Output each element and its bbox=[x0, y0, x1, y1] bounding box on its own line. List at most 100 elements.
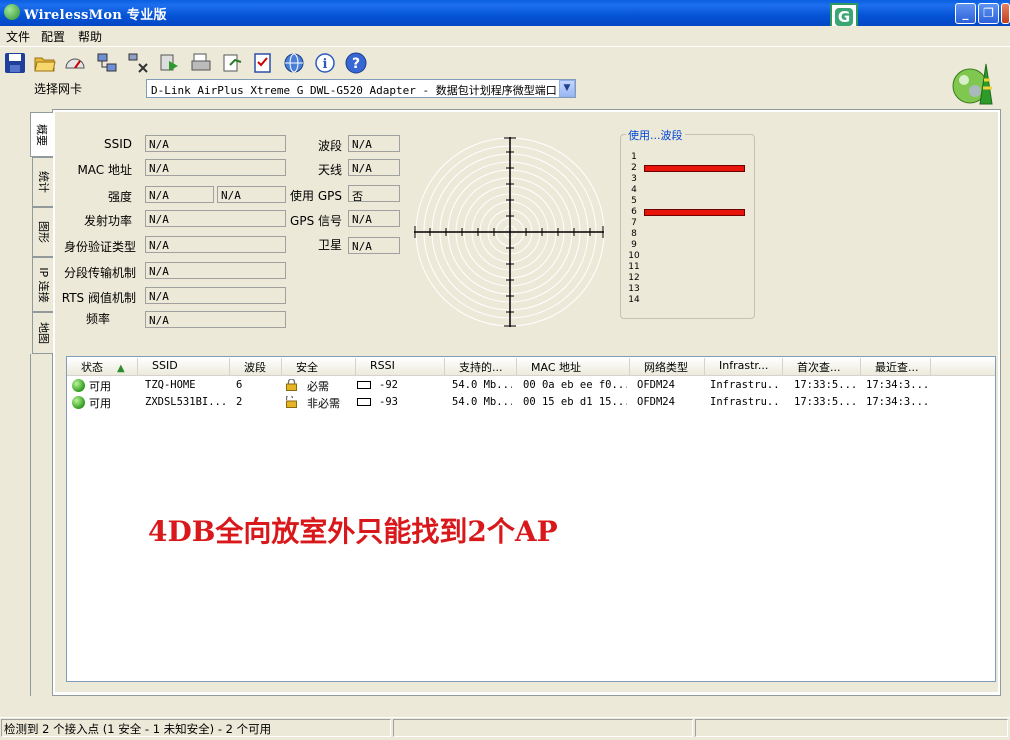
tab-summary[interactable]: 概要 bbox=[30, 112, 53, 157]
channel-usage-title: 使用...波段 bbox=[626, 127, 685, 143]
use-gps-label: 使用 GPS bbox=[290, 189, 342, 203]
menu-divider bbox=[0, 46, 1010, 47]
row-rssi: -93 bbox=[379, 396, 398, 408]
channel-number-label: 8 bbox=[631, 229, 637, 239]
lock-closed-icon bbox=[286, 379, 297, 391]
chevron-down-icon[interactable]: ▼ bbox=[559, 80, 575, 97]
channel-label: 波段 bbox=[317, 139, 342, 153]
column-header-label: 波段 bbox=[244, 361, 266, 374]
column-header[interactable]: 最近查... bbox=[861, 358, 931, 375]
rts-field: N/A bbox=[145, 287, 286, 304]
lock-open-icon bbox=[286, 396, 297, 408]
column-header[interactable]: 波段 bbox=[230, 358, 282, 375]
column-header[interactable]: MAC 地址 bbox=[517, 358, 630, 375]
gauge-icon[interactable] bbox=[64, 52, 86, 74]
channel-number-label: 11 bbox=[628, 262, 640, 272]
ssid-field: N/A bbox=[145, 135, 286, 152]
header-divider bbox=[67, 375, 995, 376]
tab-statistics[interactable]: 统计 bbox=[32, 157, 53, 207]
row-rates: 54.0 Mb... bbox=[452, 379, 512, 391]
column-header-label: 最近查... bbox=[875, 361, 919, 374]
column-header[interactable]: RSSI bbox=[356, 358, 445, 375]
open-folder-icon[interactable] bbox=[34, 52, 56, 74]
antenna-field: N/A bbox=[348, 159, 400, 176]
column-header-label: RSSI bbox=[370, 359, 395, 372]
mac-label: MAC 地址 bbox=[77, 163, 132, 177]
auth-type-field: N/A bbox=[145, 236, 286, 253]
help-icon[interactable]: ? bbox=[345, 52, 367, 74]
export-icon[interactable] bbox=[221, 52, 243, 74]
menu-config[interactable]: 配置 bbox=[41, 28, 65, 45]
channel-number-label: 1 bbox=[631, 152, 637, 162]
row-ssid: ZXDSL531BI... bbox=[145, 396, 228, 408]
adapter-label: 选择网卡 bbox=[34, 82, 83, 96]
fragmentation-field: N/A bbox=[145, 262, 286, 279]
restore-button[interactable]: ❐ bbox=[978, 3, 999, 24]
status-available-icon bbox=[72, 379, 85, 392]
column-header[interactable]: 支持的... bbox=[445, 358, 517, 375]
wirelessmon-logo-icon bbox=[952, 63, 993, 105]
column-header-filler bbox=[931, 358, 995, 375]
column-header-label: 状态 bbox=[81, 361, 103, 374]
gps-radar-plot bbox=[414, 137, 605, 327]
column-header-label: SSID bbox=[152, 359, 178, 372]
channel-number-label: 10 bbox=[628, 251, 640, 261]
info-icon[interactable]: i bbox=[314, 52, 336, 74]
auth-type-label: 身份验证类型 bbox=[63, 240, 136, 254]
network-disconnect-icon[interactable] bbox=[127, 52, 149, 74]
rssi-bar bbox=[357, 398, 371, 406]
minimize-button[interactable]: _ bbox=[955, 3, 976, 24]
menu-bar bbox=[0, 26, 1010, 46]
tab-map[interactable]: 地图 bbox=[32, 312, 53, 354]
fragmentation-label: 分段传输机制 bbox=[63, 266, 136, 280]
channel-usage-bar bbox=[644, 165, 745, 172]
close-button[interactable] bbox=[1001, 3, 1010, 24]
column-header[interactable]: Infrastr... bbox=[705, 358, 783, 375]
tx-power-label: 发射功率 bbox=[83, 214, 132, 228]
network-connect-icon[interactable] bbox=[96, 52, 118, 74]
print-icon[interactable] bbox=[190, 52, 212, 74]
save-icon[interactable] bbox=[4, 52, 26, 74]
column-header[interactable]: 首次查... bbox=[783, 358, 861, 375]
globe-icon[interactable] bbox=[283, 52, 305, 74]
play-log-icon[interactable] bbox=[158, 52, 180, 74]
column-header-label: 首次查... bbox=[797, 361, 841, 374]
strength-label: 强度 bbox=[107, 190, 132, 204]
checklist-icon[interactable] bbox=[252, 52, 274, 74]
row-first: 17:33:5... bbox=[794, 396, 858, 408]
gps-signal-label: GPS 信号 bbox=[290, 214, 342, 228]
row-rates: 54.0 Mb... bbox=[452, 396, 512, 408]
channel-usage-bar bbox=[644, 209, 745, 216]
column-header-label: MAC 地址 bbox=[531, 361, 581, 374]
column-header-label: 支持的... bbox=[459, 361, 503, 374]
adapter-select[interactable]: D-Link AirPlus Xtreme G DWL-G520 Adapter… bbox=[146, 79, 576, 98]
channel-number-label: 2 bbox=[631, 163, 637, 173]
row-status: 可用 bbox=[89, 397, 111, 410]
antenna-label: 天线 bbox=[317, 163, 342, 177]
column-header[interactable]: 状态 ▲ bbox=[67, 358, 138, 375]
channel-number-label: 5 bbox=[631, 196, 637, 206]
column-header[interactable]: 安全 bbox=[282, 358, 356, 375]
column-header[interactable]: 网络类型 bbox=[630, 358, 705, 375]
menu-file[interactable]: 文件 bbox=[6, 28, 30, 45]
window-title: WirelessMon 专业版 bbox=[24, 8, 167, 23]
app-globe-icon bbox=[4, 4, 20, 20]
row-ssid: TZQ-HOME bbox=[145, 379, 196, 391]
channel-number-label: 13 bbox=[628, 284, 640, 294]
row-mac: 00 0a eb ee f0... bbox=[523, 379, 627, 391]
row-rssi: -92 bbox=[379, 379, 398, 391]
channel-number-label: 3 bbox=[631, 174, 637, 184]
svg-text:i: i bbox=[323, 57, 328, 72]
status-text: 检测到 2 个接入点 (1 安全 - 1 未知安全) - 2 个可用 bbox=[4, 722, 272, 736]
row-security: 必需 bbox=[307, 380, 329, 393]
row-type: OFDM24 bbox=[637, 379, 675, 391]
frequency-label: 频率 bbox=[85, 312, 110, 326]
frequency-field: N/A bbox=[145, 311, 286, 328]
svg-text:?: ? bbox=[352, 56, 360, 72]
column-header[interactable]: SSID bbox=[138, 358, 230, 375]
mac-field: N/A bbox=[145, 159, 286, 176]
row-last: 17:34:3... bbox=[866, 396, 930, 408]
tab-graph[interactable]: 图形 bbox=[32, 207, 53, 257]
ssid-label: SSID bbox=[103, 137, 132, 151]
menu-help[interactable]: 帮助 bbox=[78, 28, 102, 45]
